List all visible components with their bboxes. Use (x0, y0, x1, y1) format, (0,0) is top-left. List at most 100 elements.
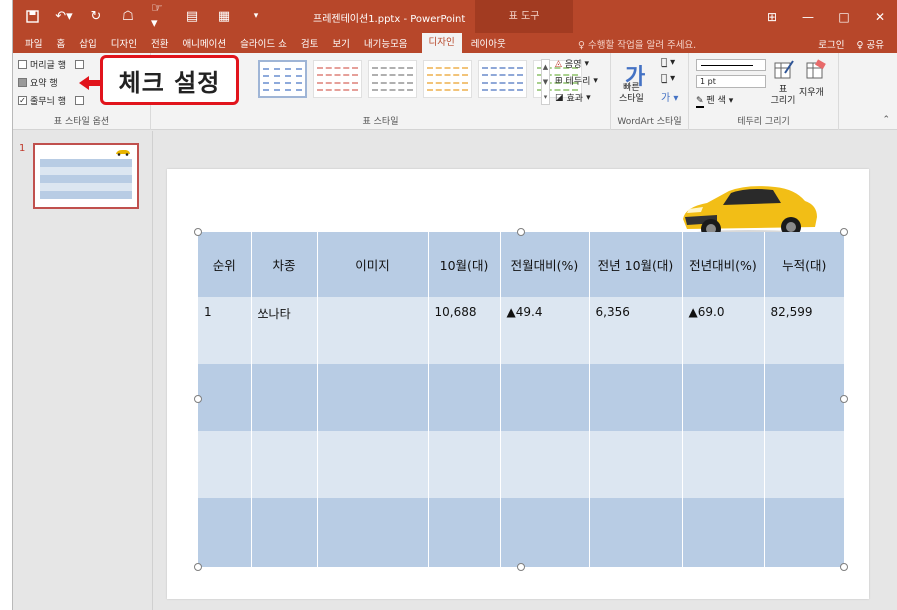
tab-home[interactable]: 홈 (56, 36, 65, 50)
header-row-option[interactable]: 머리글 행 (18, 58, 84, 71)
table-style-swatch[interactable] (423, 60, 472, 98)
table-cell[interactable] (499, 364, 589, 431)
table-style-swatch[interactable] (313, 60, 362, 98)
resize-handle[interactable] (517, 228, 525, 236)
table-cell[interactable] (316, 431, 428, 498)
table-cell[interactable]: 쏘나타 (250, 297, 317, 364)
undo-icon[interactable]: ↶▾ (55, 7, 73, 25)
tab-transitions[interactable]: 전환 (151, 36, 168, 50)
table-cell[interactable] (588, 498, 682, 567)
slide-canvas[interactable]: 순위 차종 이미지 10월(대) 전월대비(%) 전년 10월(대) 전년대비(… (167, 169, 869, 599)
draw-table-icon[interactable] (773, 59, 795, 81)
login-link[interactable]: 로그인 (818, 37, 844, 51)
tab-animations[interactable]: 애니메이션 (182, 36, 226, 50)
table-cell[interactable] (681, 364, 764, 431)
layout-icon[interactable]: ▦ (215, 7, 233, 25)
header-cell[interactable]: 차종 (250, 232, 317, 297)
tab-insert[interactable]: 삽입 (79, 36, 96, 50)
tab-slideshow[interactable]: 슬라이드 쇼 (240, 36, 287, 50)
table-style-swatch[interactable] (258, 60, 307, 98)
banded-rows-option[interactable]: ✓ 줄무늬 행 (18, 94, 84, 107)
customize-qat-icon[interactable]: ▾ (247, 7, 265, 25)
header-cell[interactable]: 전월대비(%) (499, 232, 589, 297)
table-cell[interactable] (198, 364, 251, 431)
resize-handle[interactable] (194, 563, 202, 571)
text-fill-icon[interactable]: 가̲ ▾ (661, 57, 678, 68)
shading-button[interactable]: ◬ 음영 ▾ (555, 57, 598, 71)
tab-table-layout[interactable]: 레이아웃 (471, 36, 506, 50)
text-effects-icon[interactable]: 가 ▾ (661, 89, 678, 104)
table-cell[interactable] (316, 498, 428, 567)
total-row-checkbox[interactable] (18, 78, 27, 87)
text-outline-icon[interactable]: 가̲ ▾ (661, 73, 678, 84)
table-cell[interactable] (763, 498, 844, 567)
close-button[interactable]: ✕ (862, 0, 897, 33)
start-from-beginning-icon[interactable]: ☖ (119, 7, 137, 25)
banded-rows-checkbox[interactable]: ✓ (18, 96, 27, 105)
table-cell[interactable]: 6,356 (588, 297, 682, 364)
pen-color-button[interactable]: ✎ 펜 색 ▾ (696, 93, 733, 108)
first-column-checkbox[interactable] (74, 60, 84, 69)
resize-handle[interactable] (840, 228, 848, 236)
minimize-button[interactable]: — (790, 0, 826, 33)
table-cell[interactable] (198, 498, 251, 567)
table-style-swatch[interactable] (368, 60, 417, 98)
table-cell[interactable] (198, 431, 251, 498)
table-cell[interactable] (763, 364, 844, 431)
redo-icon[interactable]: ↻ (87, 7, 105, 25)
header-cell[interactable]: 누적(대) (763, 232, 844, 297)
slide-thumbnail[interactable] (33, 143, 139, 209)
resize-handle[interactable] (194, 228, 202, 236)
table-cell[interactable] (316, 364, 428, 431)
resize-handle[interactable] (517, 563, 525, 571)
resize-handle[interactable] (194, 395, 202, 403)
tab-file[interactable]: 파일 (25, 36, 42, 50)
table-cell[interactable] (316, 297, 428, 364)
table-cell[interactable] (499, 431, 589, 498)
resize-handle[interactable] (840, 563, 848, 571)
tab-view[interactable]: 보기 (332, 36, 349, 50)
table-cell[interactable] (681, 431, 764, 498)
resize-handle[interactable] (840, 395, 848, 403)
header-cell[interactable]: 이미지 (316, 232, 428, 297)
table-cell[interactable] (499, 498, 589, 567)
header-cell[interactable]: 10월(대) (427, 232, 500, 297)
table-cell[interactable]: 1 (198, 297, 251, 364)
table-cell[interactable] (250, 498, 317, 567)
eraser-icon[interactable] (805, 59, 827, 81)
table-cell[interactable] (427, 431, 500, 498)
collapse-ribbon-icon[interactable]: ⌃ (882, 115, 890, 125)
tab-review[interactable]: 검토 (301, 36, 318, 50)
header-row-checkbox[interactable] (18, 60, 27, 69)
tab-design-main[interactable]: 디자인 (111, 36, 137, 50)
scroll-up-icon[interactable]: ▲ (543, 63, 548, 71)
tab-addins[interactable]: 내기능모음 (364, 36, 408, 50)
scroll-down-icon[interactable]: ▼ (543, 78, 548, 86)
table-cell[interactable]: 10,688 (427, 297, 500, 364)
banded-columns-checkbox[interactable] (74, 96, 84, 105)
tab-table-design[interactable]: 디자인 (421, 33, 462, 53)
table-style-swatch[interactable] (478, 60, 527, 98)
tell-me-search[interactable]: ♀ 수행할 작업을 알려 주세요. (578, 37, 696, 51)
sales-table[interactable]: 순위 차종 이미지 10월(대) 전월대비(%) 전년 10월(대) 전년대비(… (198, 232, 844, 567)
table-cell[interactable] (681, 498, 764, 567)
table-cell[interactable] (427, 364, 500, 431)
borders-button[interactable]: ⊞ 테두리 ▾ (555, 74, 598, 88)
maximize-button[interactable]: □ (826, 0, 862, 33)
effects-button[interactable]: ◪ 효과 ▾ (555, 91, 598, 105)
ribbon-display-options-icon[interactable]: ⊞ (754, 0, 790, 33)
share-button[interactable]: ♀ 공유 (857, 37, 884, 51)
table-cell[interactable] (763, 431, 844, 498)
touch-mode-icon[interactable]: ☞▾ (151, 1, 169, 31)
table-cell[interactable]: 82,599 (763, 297, 844, 364)
save-icon[interactable] (23, 7, 41, 25)
style-gallery-scroll[interactable]: ▲ ▼ ▾ (541, 59, 550, 105)
more-styles-icon[interactable]: ▾ (544, 93, 548, 101)
pen-weight-dropdown[interactable]: 1 pt (696, 75, 766, 88)
header-cell[interactable]: 전년 10월(대) (588, 232, 682, 297)
total-row-option[interactable]: 요약 행 (18, 76, 58, 89)
table-cell[interactable] (250, 431, 317, 498)
table-cell[interactable] (588, 364, 682, 431)
pen-style-dropdown[interactable] (696, 59, 766, 71)
table-cell[interactable]: ▲69.0 (681, 297, 764, 364)
